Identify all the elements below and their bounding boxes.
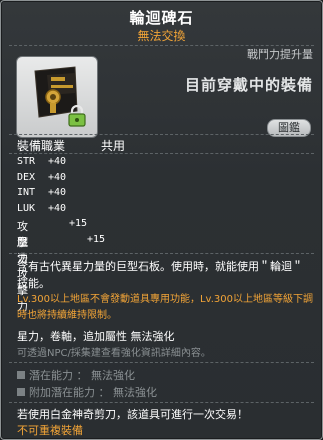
stat-key: INT <box>17 187 36 198</box>
potential-bullet-icon <box>17 371 25 379</box>
power-increase-label: 戰鬥力提升量 <box>247 48 313 61</box>
lock-icon <box>68 105 86 127</box>
job-label: 裝備職業 <box>17 139 66 153</box>
divider <box>9 134 314 135</box>
additional-potential-bullet-icon <box>17 388 25 396</box>
divider <box>9 153 314 154</box>
stat-value: +40 <box>48 187 67 198</box>
stat-value: +15 <box>87 233 106 245</box>
stat-key: DEX <box>17 171 36 183</box>
job-value: 共用 <box>101 139 126 153</box>
divider <box>9 402 314 403</box>
enhancement-hint: 可透過NPC/採集建查看強化資訊詳細內容。 <box>17 348 211 359</box>
stat-value: +40 <box>48 156 67 167</box>
additional-potential-row: 附加潛在能力 ： 無法強化 <box>17 384 157 400</box>
item-icon-frame <box>16 56 98 138</box>
stat-value: +40 <box>48 202 67 214</box>
stat-value: +15 <box>69 218 88 229</box>
potential-text: 潛在能力 ： 無法強化 <box>29 369 135 382</box>
currently-equipped-text: 目前穿戴中的裝備 <box>184 76 313 94</box>
divider <box>9 253 314 254</box>
scissors-notice: 若使用白金神奇剪刀，該道具可進行一次交易！ <box>17 408 248 421</box>
divider <box>9 362 314 363</box>
item-name: 輪迴碑石 <box>129 9 194 27</box>
potential-row: 潛在能力 ： 無法強化 <box>17 367 135 383</box>
additional-potential-text: 附加潛在能力 ： 無法強化 <box>29 386 157 399</box>
trade-status: 無法交換 <box>137 29 186 43</box>
item-description: 含有古代異星力量的巨型石板。使用時，就能使用＂輪迴＂技能。 <box>17 260 303 290</box>
stat-key: LUK <box>17 202 36 214</box>
no-duplicate-notice: 不可重複裝備 <box>17 424 83 437</box>
stat-value: +40 <box>48 171 67 183</box>
level-warning: Lv.300以上地區不會發動道具專用功能，Lv.300以上地區等級下調時也將持續… <box>17 294 313 321</box>
item-tooltip: 輪迴碑石 無法交換 戰鬥力提升量 目前穿戴中的裝備 圖鑑 裝備職業 共用 STR… <box>0 0 323 440</box>
stat-key: STR <box>17 156 36 167</box>
enhancement-properties: 星力，卷軸，追加屬性 無法強化 <box>17 330 175 343</box>
